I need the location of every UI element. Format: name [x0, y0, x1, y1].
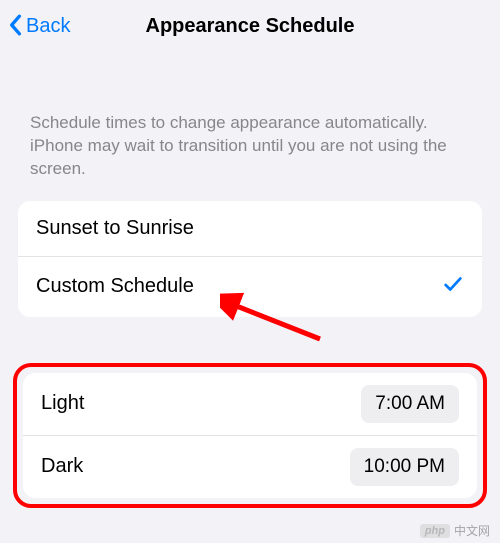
- light-time-row: Light 7:00 AM: [23, 373, 477, 435]
- light-label: Light: [41, 392, 84, 415]
- checkmark-icon: [442, 273, 464, 301]
- option-label: Custom Schedule: [36, 275, 194, 298]
- time-settings-group: Light 7:00 AM Dark 10:00 PM: [23, 373, 477, 498]
- schedule-options-group: Sunset to Sunrise Custom Schedule: [18, 201, 482, 317]
- watermark-badge: php: [420, 524, 450, 538]
- section-description: Schedule times to change appearance auto…: [0, 52, 500, 201]
- chevron-left-icon: [8, 14, 24, 38]
- light-time-button[interactable]: 7:00 AM: [361, 385, 459, 423]
- dark-time-row: Dark 10:00 PM: [23, 435, 477, 498]
- back-button[interactable]: Back: [8, 14, 70, 38]
- option-sunset-to-sunrise[interactable]: Sunset to Sunrise: [18, 201, 482, 256]
- watermark-text: 中文网: [454, 522, 490, 539]
- watermark: php 中文网: [420, 522, 490, 539]
- back-label: Back: [26, 15, 70, 38]
- navigation-bar: Back Appearance Schedule: [0, 0, 500, 52]
- dark-time-button[interactable]: 10:00 PM: [350, 448, 459, 486]
- option-label: Sunset to Sunrise: [36, 217, 194, 240]
- page-title: Appearance Schedule: [146, 15, 355, 38]
- option-custom-schedule[interactable]: Custom Schedule: [18, 256, 482, 317]
- dark-label: Dark: [41, 455, 83, 478]
- annotation-highlight-box: Light 7:00 AM Dark 10:00 PM: [13, 363, 487, 508]
